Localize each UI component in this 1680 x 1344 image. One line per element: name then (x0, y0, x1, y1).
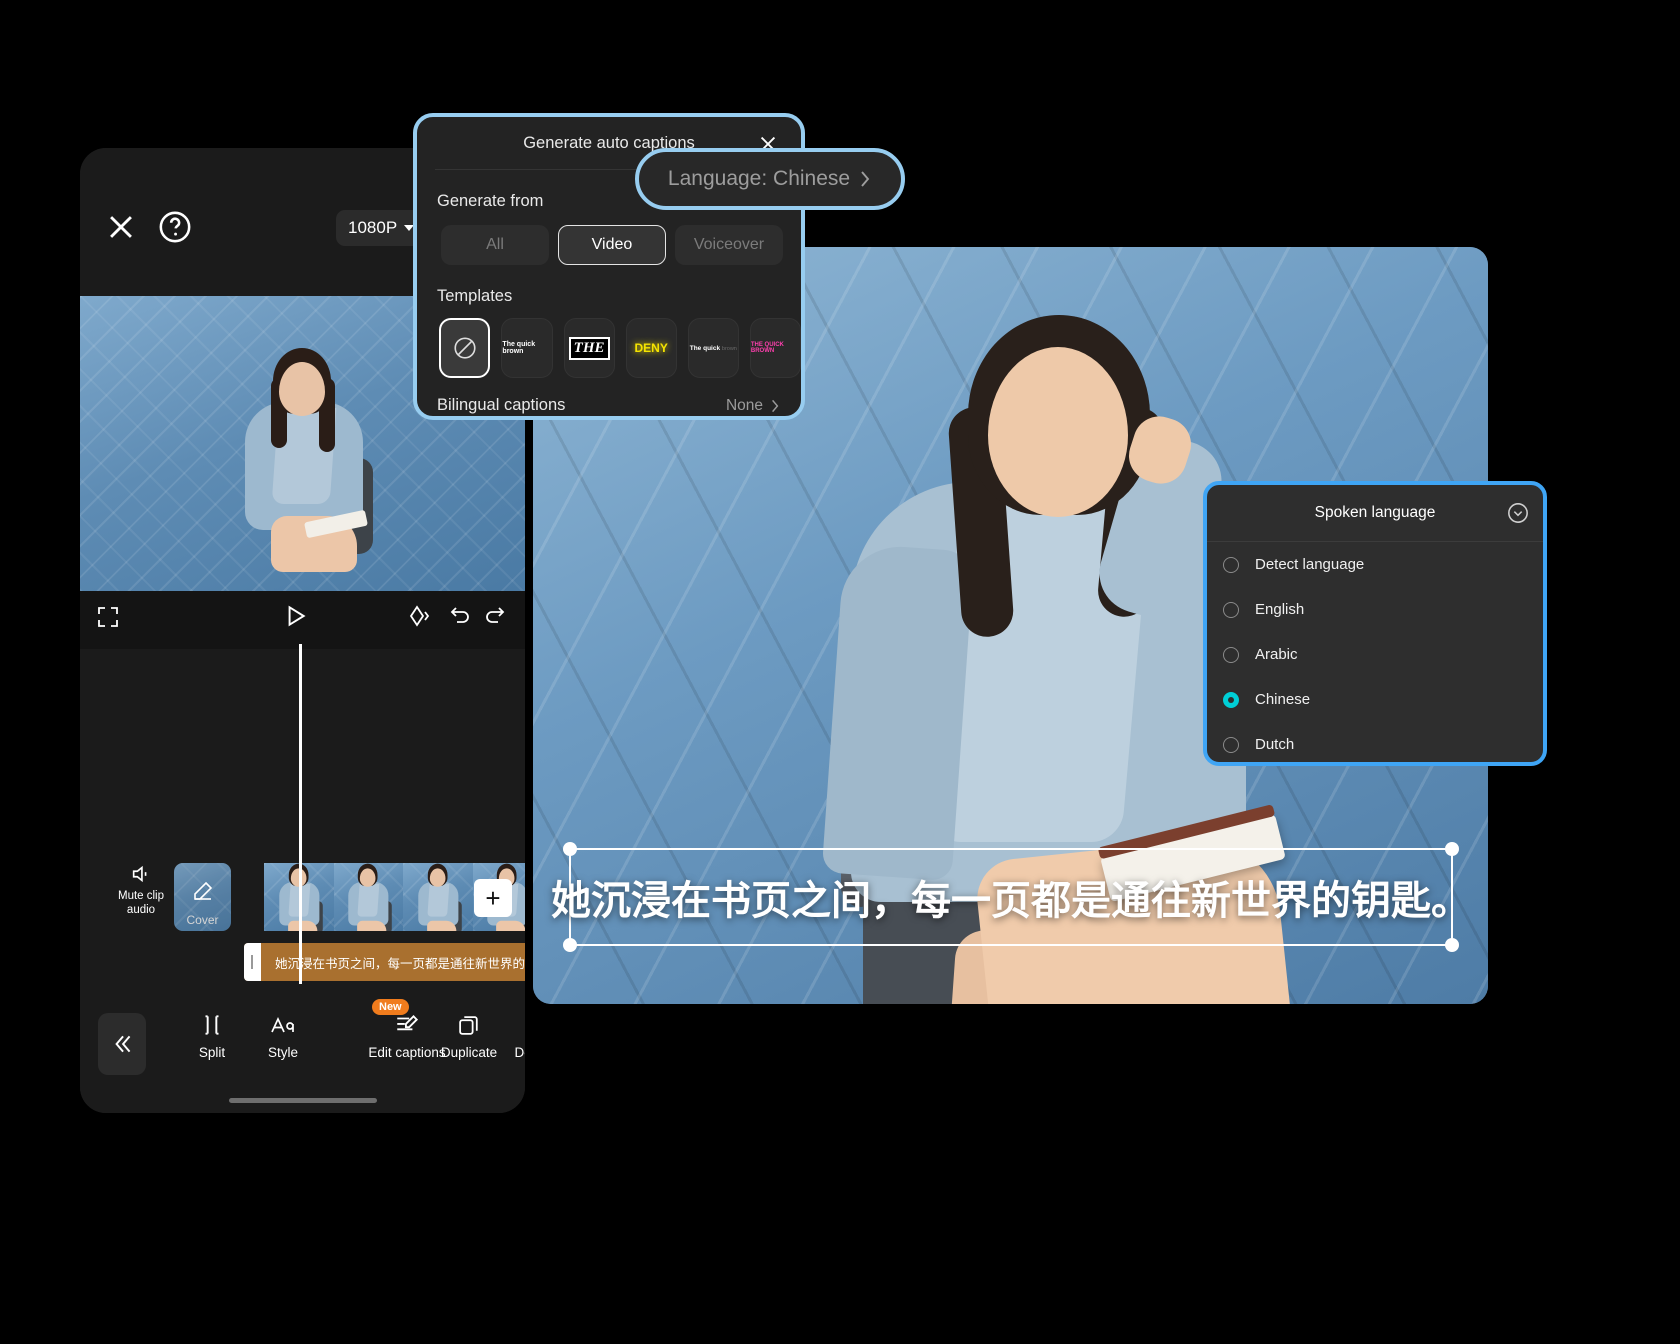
radio-icon[interactable] (1223, 601, 1239, 618)
add-clip-button[interactable]: + (474, 879, 512, 917)
template-preview-text: THE (568, 336, 610, 360)
language-option-english[interactable]: English (1207, 587, 1543, 632)
segment-voiceover[interactable]: Voiceover (675, 225, 783, 265)
language-option-arabic[interactable]: Arabic (1207, 632, 1543, 677)
segment-video[interactable]: Video (558, 225, 666, 265)
tool-delete-label: Delete (514, 1045, 525, 1060)
spoken-language-title: Spoken language (1314, 504, 1436, 521)
templates-label: Templates (437, 287, 513, 305)
resize-handle-bottom-left[interactable] (563, 938, 577, 952)
tool-style[interactable]: Style (241, 1007, 325, 1061)
template-pink-highlight[interactable]: THE QUICK BROWN (749, 318, 801, 378)
caption-clip[interactable]: 她沉浸在书页之间，每一页都是通往新世界的钥 (244, 943, 525, 981)
playhead[interactable] (299, 644, 302, 984)
template-preview-text: The quick brown (502, 341, 536, 355)
language-option-detect[interactable]: Detect language (1207, 542, 1543, 587)
preview-caption-box[interactable]: 她沉浸在书页之间，每一页都是通往新世界的钥匙。 (551, 842, 1471, 952)
video-frame (403, 863, 473, 931)
tool-style-label: Style (267, 1045, 298, 1060)
template-none[interactable] (439, 318, 491, 378)
language-selector-pill[interactable]: Language: Chinese (635, 148, 905, 210)
cover-thumbnail[interactable]: Cover (174, 863, 231, 931)
template-neon-yellow[interactable]: DENY (625, 318, 677, 378)
template-preview-text: DENY (634, 341, 668, 355)
language-option-label: Dutch (1255, 736, 1295, 753)
preview-subject (223, 340, 383, 573)
spoken-language-panel: Spoken language Detect language English … (1203, 481, 1547, 766)
resize-handle-top-left[interactable] (563, 842, 577, 856)
caption-clip-left-handle[interactable] (244, 943, 261, 981)
language-pill-label: Language: Chinese (667, 167, 851, 190)
add-clip-label: + (485, 882, 501, 913)
resize-handle-top-right[interactable] (1445, 842, 1459, 856)
bilingual-captions-row[interactable]: Bilingual captions None (417, 396, 801, 415)
mute-clip-label-line1: Mute clip (117, 890, 165, 902)
radio-icon[interactable] (1223, 736, 1239, 753)
bilingual-captions-value-wrap: None (726, 397, 781, 415)
radio-icon[interactable] (1223, 556, 1239, 573)
bilingual-captions-label: Bilingual captions (437, 396, 566, 414)
play-icon[interactable] (282, 603, 308, 629)
language-option-label: Detect language (1255, 556, 1365, 573)
language-option-label: English (1255, 601, 1305, 618)
timeline-ruler[interactable]: 00:01 / 00:11 00:00 00:02 00:04 (80, 649, 525, 675)
tool-delete[interactable]: Delete (492, 1007, 525, 1061)
template-preview-dim: brown (721, 345, 737, 352)
resize-handle-bottom-right[interactable] (1445, 938, 1459, 952)
mute-clip-label-line2: audio (126, 904, 156, 916)
keyframe-icon[interactable] (408, 604, 432, 628)
text-style-icon (241, 1007, 325, 1043)
chevron-double-left-icon (115, 1035, 131, 1053)
collapse-toolbar-button[interactable] (98, 1013, 146, 1075)
language-option-chinese[interactable]: Chinese (1207, 677, 1543, 722)
mute-clip-audio-button[interactable]: Mute clip audio (104, 863, 178, 917)
template-preview-bold: The quick (689, 344, 721, 352)
template-plain[interactable]: The quick brown (501, 318, 553, 378)
trash-icon (492, 1007, 525, 1043)
radio-icon[interactable] (1223, 646, 1239, 663)
segment-all[interactable]: All (441, 225, 549, 265)
chevron-right-icon (772, 399, 779, 412)
speaker-icon (132, 865, 147, 883)
radio-icon-selected[interactable] (1223, 691, 1239, 708)
new-badge: New (372, 999, 409, 1015)
templates-row[interactable]: The quick brown THE DENY The quick brown… (439, 318, 801, 378)
video-frame (333, 863, 403, 931)
preview-caption-text: 她沉浸在书页之间，每一页都是通往新世界的钥匙。 (551, 879, 1471, 923)
expand-icon[interactable] (96, 605, 120, 629)
bilingual-captions-value: None (725, 396, 763, 414)
cover-label: Cover (186, 913, 219, 927)
no-template-icon (454, 337, 476, 359)
template-bold-serif[interactable]: THE (563, 318, 615, 378)
redo-icon[interactable] (483, 604, 507, 628)
timeline-toolbar (80, 591, 525, 649)
chevron-down-circle-icon[interactable] (1507, 502, 1529, 524)
clip-toolbar: New Split Style Edit captions Duplicate … (80, 995, 525, 1113)
resolution-value: 1080P (348, 218, 398, 237)
undo-icon[interactable] (448, 604, 472, 628)
language-option-label: Chinese (1255, 691, 1311, 708)
help-icon[interactable] (158, 210, 192, 244)
chevron-right-icon (861, 171, 870, 187)
template-preview-text: THE QUICK BROWN (750, 342, 784, 354)
edit-pencil-icon (194, 881, 213, 900)
language-option-label: Arabic (1255, 646, 1298, 663)
spoken-language-title-bar: Spoken language (1207, 485, 1543, 541)
template-two-tone[interactable]: The quick brown (687, 318, 739, 378)
generate-from-segmented-control: All Video Voiceover (441, 225, 801, 265)
template-preview: The quick brown (690, 345, 737, 352)
close-icon[interactable] (104, 210, 138, 244)
language-option-dutch[interactable]: Dutch (1207, 722, 1543, 762)
home-indicator (228, 1098, 377, 1103)
